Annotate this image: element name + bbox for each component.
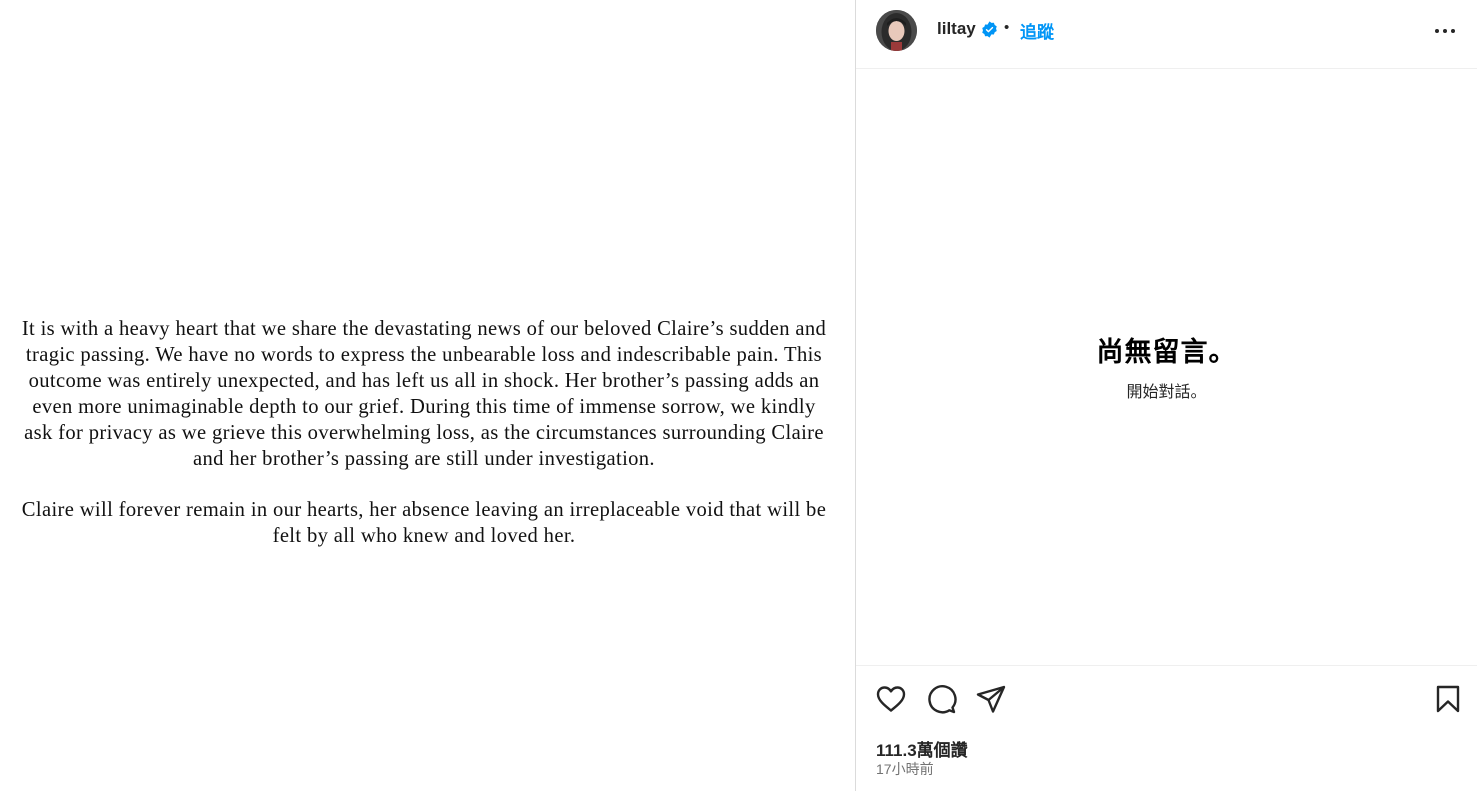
post-image: It is with a heavy heart that we share t…	[0, 0, 856, 791]
no-comments-title: 尚無留言。	[1096, 337, 1237, 367]
post-header: liltay • 追蹤	[856, 0, 1477, 69]
post-timestamp[interactable]: 17小時前	[876, 759, 934, 779]
avatar[interactable]	[876, 10, 917, 51]
statement-paragraph: It is with a heavy heart that we share t…	[21, 318, 827, 470]
statement-paragraph: Claire will forever remain in our hearts…	[21, 499, 827, 548]
start-conversation-text: 開始對話。	[1126, 384, 1207, 401]
post-side-panel: liltay • 追蹤 尚無留言。 開始對話。 111.3萬個讚 17小時前	[855, 0, 1477, 791]
separator-dot: •	[1004, 19, 1010, 36]
statement-text: It is with a heavy heart that we share t…	[18, 317, 830, 550]
likes-count[interactable]: 111.3萬個讚	[876, 736, 968, 761]
bookmark-icon[interactable]	[1432, 683, 1464, 715]
follow-button[interactable]: 追蹤	[1020, 18, 1054, 43]
verified-badge-icon	[981, 21, 998, 38]
comment-icon[interactable]	[925, 683, 957, 715]
heart-icon[interactable]	[875, 683, 907, 715]
more-options-icon[interactable]	[1434, 20, 1456, 42]
actions-bar: 111.3萬個讚 17小時前	[856, 665, 1477, 791]
share-icon[interactable]	[975, 683, 1007, 715]
username[interactable]: liltay	[937, 19, 976, 39]
